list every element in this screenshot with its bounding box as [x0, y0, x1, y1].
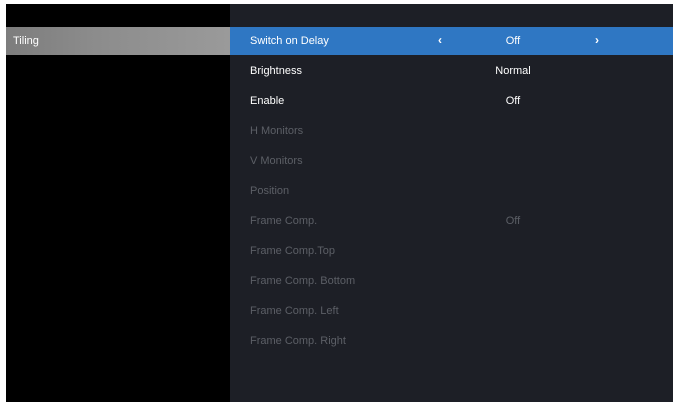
setting-row-h-monitors: H Monitors	[230, 117, 673, 145]
setting-label: V Monitors	[250, 155, 303, 167]
osd-menu: Tiling Switch on Delay ‹ Off › Brightnes…	[6, 4, 673, 402]
setting-row-enable[interactable]: Enable Off	[230, 87, 673, 115]
setting-label: Enable	[250, 95, 285, 107]
setting-label: Frame Comp. Bottom	[250, 275, 356, 287]
setting-label: Switch on Delay	[250, 35, 329, 47]
setting-label: Frame Comp. Left	[250, 305, 339, 317]
setting-row-frame-comp-bottom: Frame Comp. Bottom	[230, 267, 673, 295]
setting-row-v-monitors: V Monitors	[230, 147, 673, 175]
setting-row-switch-on-delay[interactable]: Switch on Delay ‹ Off ›	[230, 27, 673, 55]
category-pane: Tiling	[6, 4, 230, 402]
setting-row-brightness[interactable]: Brightness Normal	[230, 57, 673, 85]
setting-label: Position	[250, 185, 290, 197]
setting-label: H Monitors	[250, 125, 304, 137]
setting-value: Off	[505, 215, 521, 227]
chevron-right-icon[interactable]: ›	[595, 33, 599, 47]
setting-row-frame-comp-right: Frame Comp. Right	[230, 327, 673, 355]
setting-value: Normal	[495, 65, 531, 77]
category-item-tiling[interactable]: Tiling	[6, 27, 230, 55]
category-item-label: Tiling	[13, 35, 39, 47]
setting-label: Frame Comp. Right	[250, 335, 346, 347]
setting-row-frame-comp: Frame Comp. Off	[230, 207, 673, 235]
settings-pane: Switch on Delay ‹ Off › Brightness Norma…	[230, 4, 673, 402]
setting-value: Off	[505, 95, 521, 107]
setting-value: Off	[505, 35, 521, 47]
setting-row-frame-comp-left: Frame Comp. Left	[230, 297, 673, 325]
chevron-left-icon[interactable]: ‹	[438, 33, 442, 47]
setting-label: Brightness	[250, 65, 302, 77]
setting-row-position: Position	[230, 177, 673, 205]
setting-label: Frame Comp.Top	[250, 245, 335, 257]
setting-row-frame-comp-top: Frame Comp.Top	[230, 237, 673, 265]
setting-label: Frame Comp.	[250, 215, 318, 227]
